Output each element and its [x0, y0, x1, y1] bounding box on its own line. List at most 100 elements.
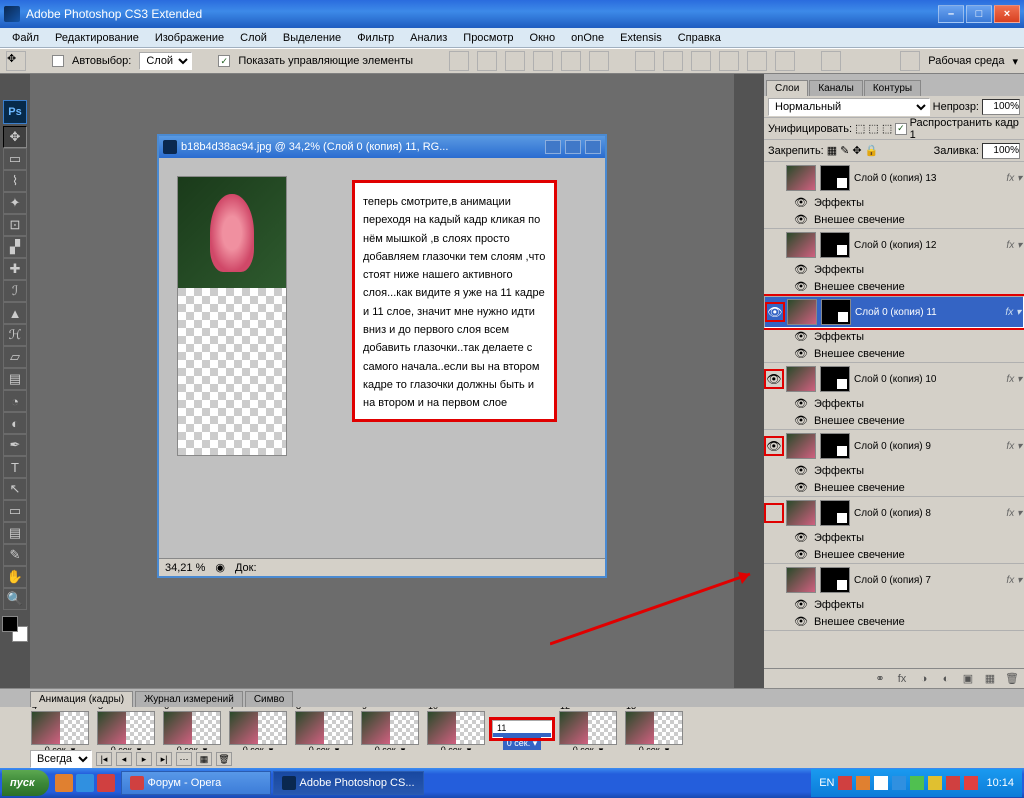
animation-frame[interactable]: 80 сек. ▾	[294, 707, 354, 750]
foreground-swatch[interactable]	[2, 616, 18, 632]
workspace-dropdown-icon[interactable]: ▾	[1012, 55, 1018, 68]
distribute-btn[interactable]	[775, 51, 795, 71]
distribute-btn[interactable]	[663, 51, 683, 71]
doc-min-button[interactable]	[545, 140, 561, 154]
align-btn[interactable]	[533, 51, 553, 71]
align-btn[interactable]	[561, 51, 581, 71]
animation-frame[interactable]: 100 сек. ▾	[426, 707, 486, 750]
eye-icon[interactable]: 👁	[794, 414, 808, 427]
unify-icon[interactable]: ⬚	[868, 122, 878, 135]
layer-row[interactable]: Слой 0 (копия) 7 fx ▾ 👁Эффекты 👁Внешее с…	[764, 564, 1024, 631]
eye-icon[interactable]: 👁	[794, 330, 808, 343]
brush-tool[interactable]: ℐ	[3, 280, 27, 302]
menu-edit[interactable]: Редактирование	[49, 30, 145, 46]
distribute-btn[interactable]	[691, 51, 711, 71]
tab-layers[interactable]: Слои	[766, 80, 808, 96]
zoom-tool[interactable]: 🔍	[3, 588, 27, 610]
tab-measure[interactable]: Журнал измерений	[135, 691, 243, 707]
tray-icon[interactable]	[838, 776, 852, 790]
new-layer-icon[interactable]: ▦	[982, 672, 998, 686]
move-tool[interactable]: ✥	[3, 126, 27, 148]
animation-frame[interactable]: 90 сек. ▾	[360, 707, 420, 750]
menu-help[interactable]: Справка	[672, 30, 727, 46]
fx-indicator[interactable]: fx ▾	[1006, 441, 1022, 452]
ql-icon[interactable]	[55, 774, 73, 792]
prev-frame-button[interactable]: ◂	[116, 752, 132, 766]
animation-frame[interactable]: 110 сек. ▾	[492, 720, 552, 738]
eye-icon[interactable]: 👁	[794, 263, 808, 276]
notes-tool[interactable]: ▤	[3, 522, 27, 544]
tab-animation[interactable]: Анимация (кадры)	[30, 691, 133, 707]
fx-indicator[interactable]: fx ▾	[1006, 374, 1022, 385]
stamp-tool[interactable]: ▲	[3, 302, 27, 324]
unify-icon[interactable]: ⬚	[855, 122, 865, 135]
tray-icon[interactable]	[892, 776, 906, 790]
lock-icon[interactable]: ▦	[827, 144, 837, 157]
taskbar-task[interactable]: Форум - Opera	[121, 771, 271, 795]
menu-filter[interactable]: Фильтр	[351, 30, 400, 46]
visibility-eye-icon[interactable]	[766, 170, 782, 186]
menu-view[interactable]: Просмотр	[457, 30, 519, 46]
move-tool-icon[interactable]: ✥	[6, 51, 26, 71]
propagate-checkbox[interactable]: ✓	[895, 123, 906, 135]
layer-row[interactable]: Слой 0 (копия) 8 fx ▾ 👁Эффекты 👁Внешее с…	[764, 497, 1024, 564]
opacity-input[interactable]	[982, 99, 1020, 115]
visibility-eye-icon[interactable]: 👁	[767, 304, 783, 320]
clock[interactable]: 10:14	[986, 777, 1014, 789]
show-controls-checkbox[interactable]: ✓	[218, 55, 230, 67]
fill-input[interactable]	[982, 143, 1020, 159]
start-button[interactable]: пуск	[2, 770, 49, 796]
pen-tool[interactable]: ✒	[3, 434, 27, 456]
fx-indicator[interactable]: fx ▾	[1006, 240, 1022, 251]
eye-icon[interactable]: 👁	[794, 196, 808, 209]
lasso-tool[interactable]: ⌇	[3, 170, 27, 192]
mask-icon[interactable]: ◑	[916, 672, 932, 686]
menu-analysis[interactable]: Анализ	[404, 30, 453, 46]
doc-close-button[interactable]	[585, 140, 601, 154]
zoom-value[interactable]: 34,21 %	[165, 562, 205, 574]
align-btn[interactable]	[589, 51, 609, 71]
doc-max-button[interactable]	[565, 140, 581, 154]
first-frame-button[interactable]: |◂	[96, 752, 112, 766]
history-brush-tool[interactable]: ℋ	[3, 324, 27, 346]
visibility-eye-icon[interactable]	[766, 505, 782, 521]
lock-icon[interactable]: 🔒	[865, 144, 879, 157]
tray-icon[interactable]	[964, 776, 978, 790]
eye-icon[interactable]: 👁	[794, 615, 808, 628]
eye-icon[interactable]: 👁	[794, 548, 808, 561]
dodge-tool[interactable]: ◐	[3, 412, 27, 434]
shape-tool[interactable]: ▭	[3, 500, 27, 522]
tray-icon[interactable]	[910, 776, 924, 790]
workspace-label[interactable]: Рабочая среда	[928, 55, 1004, 67]
wand-tool[interactable]: ✦	[3, 192, 27, 214]
next-frame-button[interactable]: ▸|	[156, 752, 172, 766]
lang-indicator[interactable]: EN	[819, 777, 834, 789]
tab-paths[interactable]: Контуры	[864, 80, 921, 96]
fx-indicator[interactable]: fx ▾	[1005, 307, 1021, 318]
unify-icon[interactable]: ⬚	[882, 122, 892, 135]
align-btn[interactable]	[477, 51, 497, 71]
gradient-tool[interactable]: ▤	[3, 368, 27, 390]
animation-frame[interactable]: 70 сек. ▾	[228, 707, 288, 750]
close-button[interactable]: ×	[994, 5, 1020, 23]
ql-icon[interactable]	[76, 774, 94, 792]
menu-image[interactable]: Изображение	[149, 30, 230, 46]
tab-symbols[interactable]: Симво	[245, 691, 293, 707]
autoselect-checkbox[interactable]	[52, 55, 64, 67]
eyedropper-tool[interactable]: ✎	[3, 544, 27, 566]
tray-icon[interactable]	[856, 776, 870, 790]
animation-frame[interactable]: 40 сек. ▾	[30, 707, 90, 750]
play-button[interactable]: ▸	[136, 752, 152, 766]
blur-tool[interactable]: ◔	[3, 390, 27, 412]
menu-window[interactable]: Окно	[524, 30, 562, 46]
marquee-tool[interactable]: ▭	[3, 148, 27, 170]
adjust-icon[interactable]: ◐	[938, 672, 954, 686]
folder-icon[interactable]: ▣	[960, 672, 976, 686]
distribute-btn[interactable]	[747, 51, 767, 71]
crop-tool[interactable]: ⊡	[3, 214, 27, 236]
distribute-btn[interactable]	[635, 51, 655, 71]
menu-layer[interactable]: Слой	[234, 30, 273, 46]
new-frame-button[interactable]: ▦	[196, 752, 212, 766]
blend-mode-dropdown[interactable]: Нормальный	[768, 98, 930, 116]
document-titlebar[interactable]: b18b4d38ac94.jpg @ 34,2% (Слой 0 (копия)…	[159, 136, 605, 158]
